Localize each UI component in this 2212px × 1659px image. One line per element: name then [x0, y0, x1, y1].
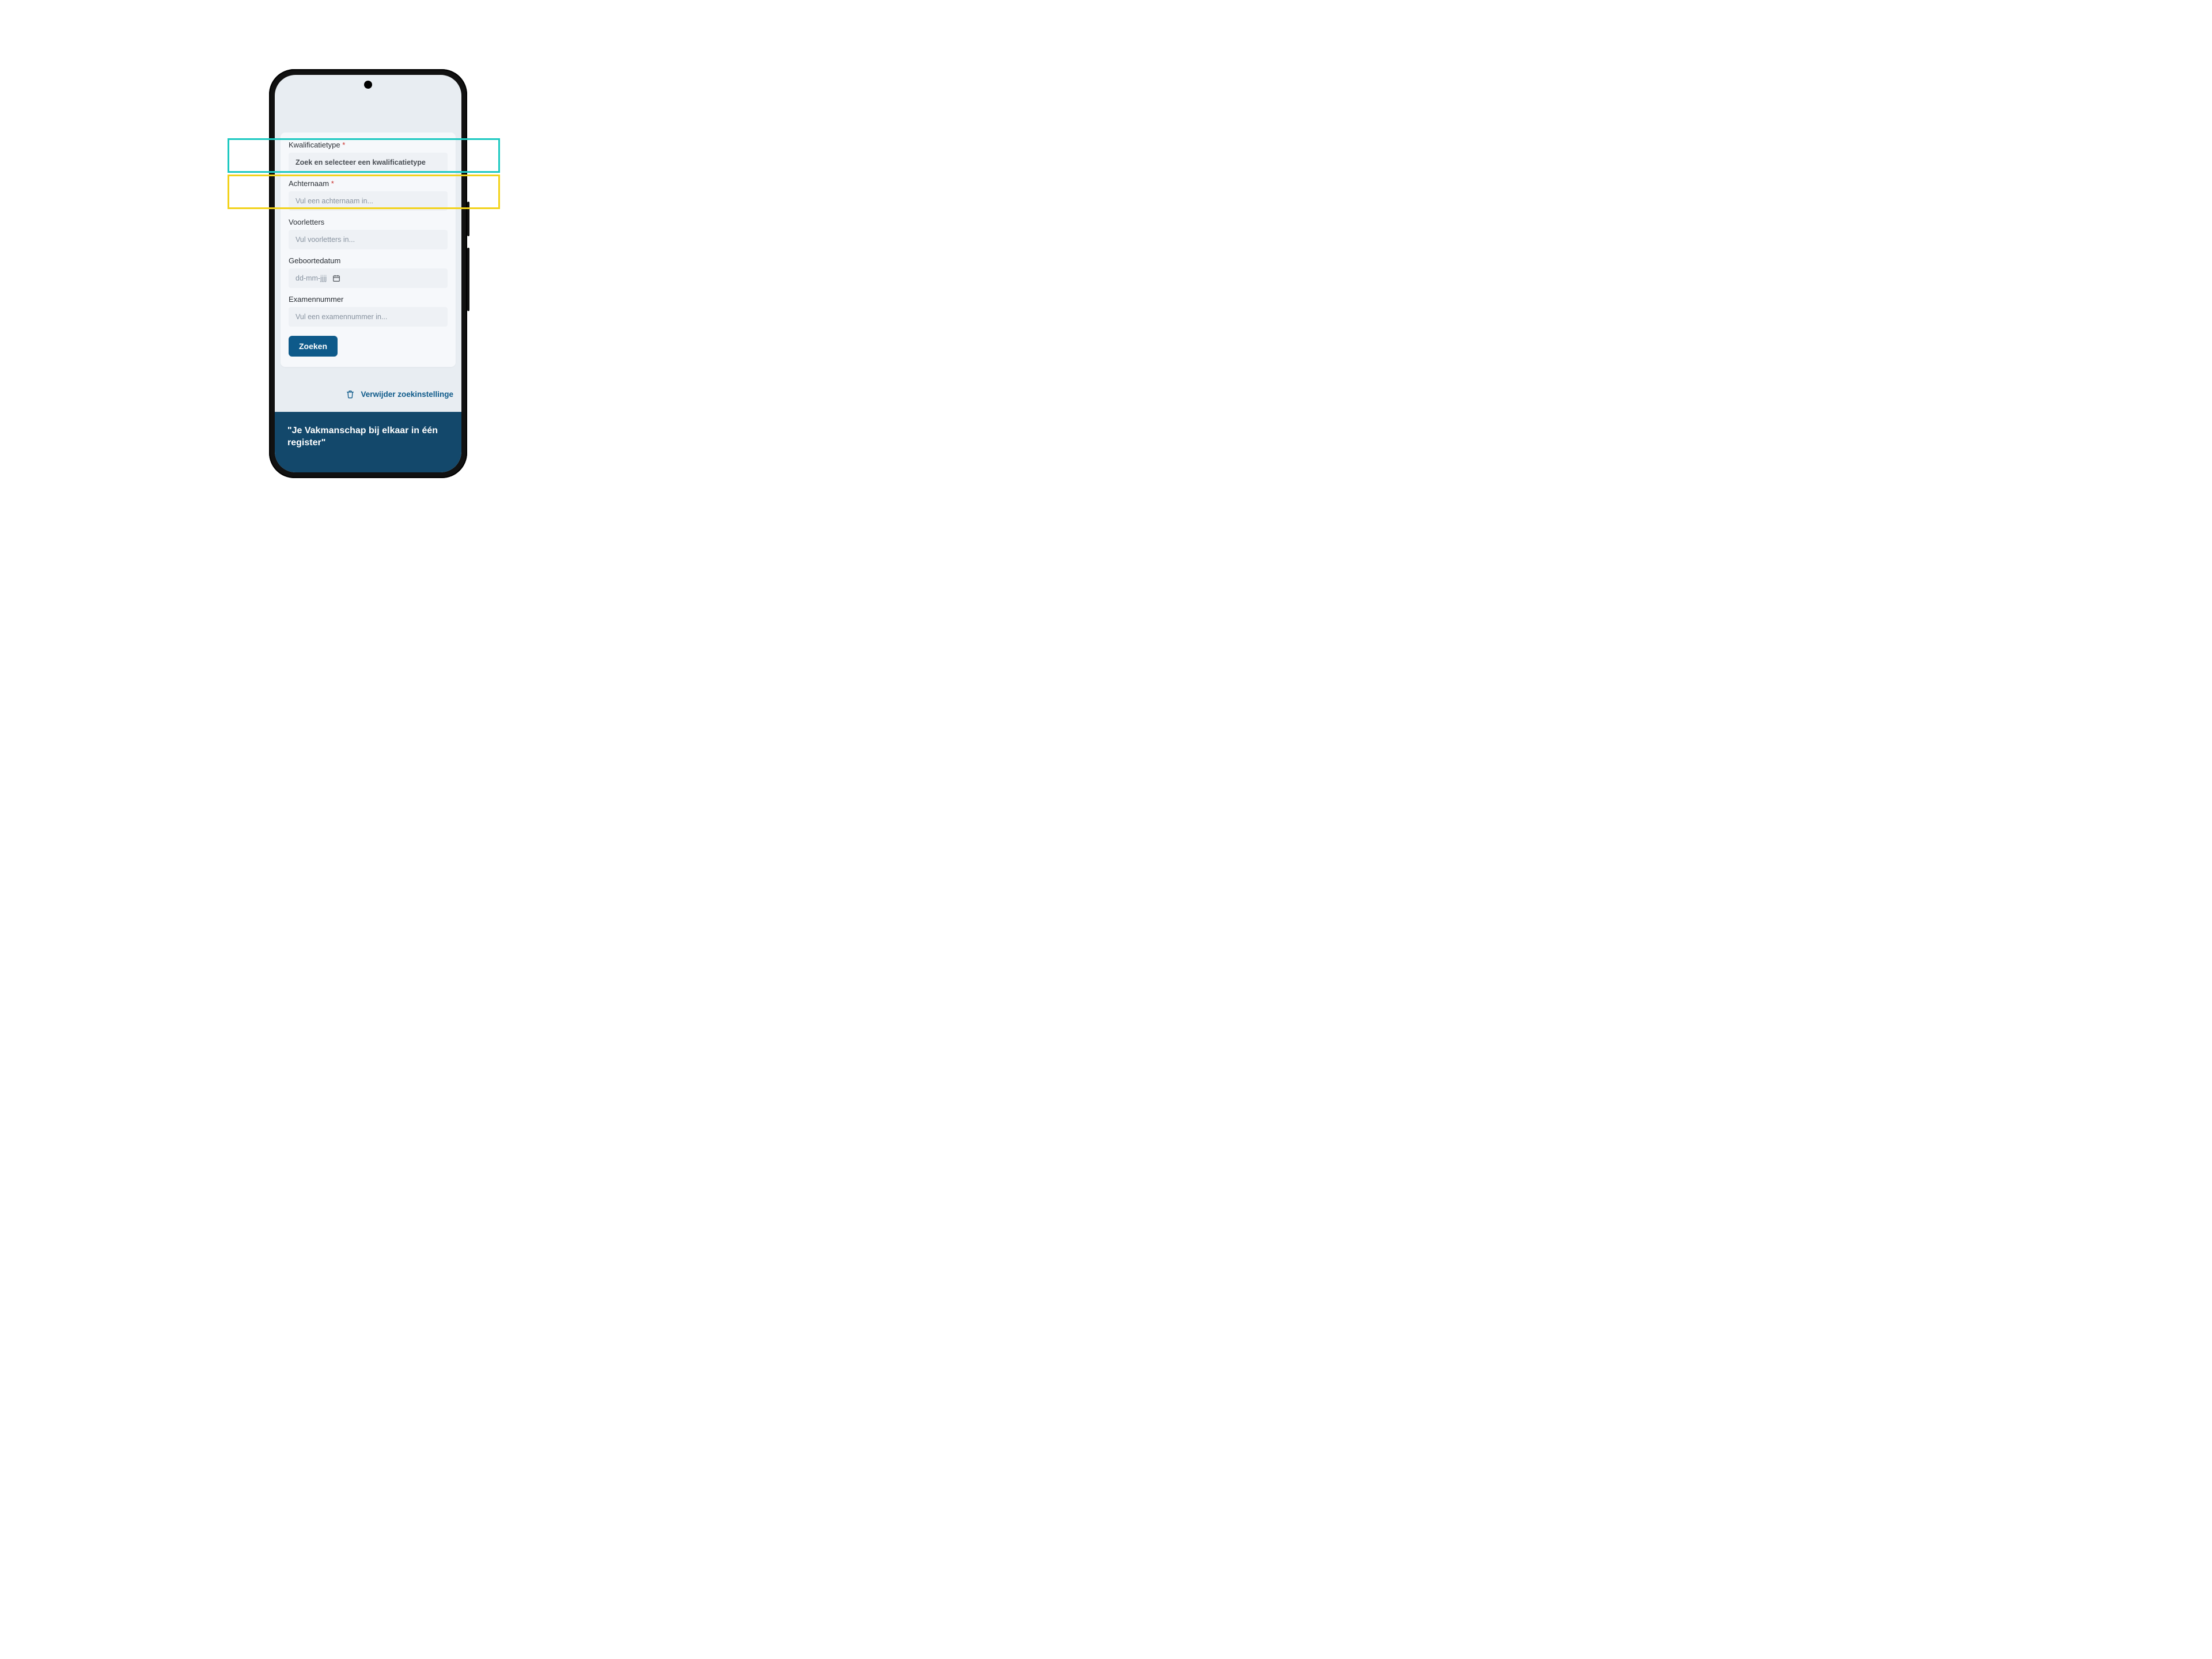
label-voorletters: Voorletters: [289, 218, 448, 226]
voorletters-input[interactable]: [289, 230, 448, 249]
phone-screen: Kwalificatietype * Zoek en selecteer een…: [275, 75, 461, 472]
phone-side-button: [467, 202, 469, 236]
geboortedatum-input[interactable]: dd-mm-jjjj: [289, 268, 448, 288]
phone-side-button: [467, 248, 469, 311]
footer-quote: "Je Vakmanschap bij elkaar in één regist…: [287, 425, 449, 449]
page-footer: "Je Vakmanschap bij elkaar in één regist…: [275, 412, 461, 472]
label-geboortedatum: Geboortedatum: [289, 256, 448, 265]
label-kwalificatietype: Kwalificatietype *: [289, 141, 448, 149]
trash-icon: [346, 389, 355, 399]
field-achternaam: Achternaam *: [289, 179, 448, 211]
screen-content: Kwalificatietype * Zoek en selecteer een…: [275, 75, 461, 472]
label-achternaam: Achternaam *: [289, 179, 448, 188]
date-placeholder: dd-mm-jjjj: [296, 274, 327, 282]
kwalificatietype-select[interactable]: Zoek en selecteer een kwalificatietype: [289, 153, 448, 172]
search-form-card: Kwalificatietype * Zoek en selecteer een…: [281, 132, 456, 367]
label-text: Kwalificatietype: [289, 141, 340, 149]
clear-settings-link[interactable]: Verwijder zoekinstellinge: [361, 390, 453, 399]
phone-camera: [364, 81, 372, 89]
clear-settings-row: Verwijder zoekinstellinge: [281, 389, 456, 399]
achternaam-input[interactable]: [289, 191, 448, 211]
zoeken-button[interactable]: Zoeken: [289, 336, 338, 357]
form-area: Kwalificatietype * Zoek en selecteer een…: [275, 75, 461, 412]
required-marker: *: [342, 141, 345, 149]
label-text: Achternaam: [289, 179, 329, 188]
required-marker: *: [331, 179, 334, 188]
label-examennummer: Examennummer: [289, 295, 448, 304]
calendar-icon: [332, 274, 340, 282]
field-geboortedatum: Geboortedatum dd-mm-jjjj: [289, 256, 448, 288]
phone-frame: Kwalificatietype * Zoek en selecteer een…: [269, 69, 467, 478]
examennummer-input[interactable]: [289, 307, 448, 327]
field-voorletters: Voorletters: [289, 218, 448, 249]
field-kwalificatietype: Kwalificatietype * Zoek en selecteer een…: [289, 141, 448, 172]
field-examennummer: Examennummer: [289, 295, 448, 327]
